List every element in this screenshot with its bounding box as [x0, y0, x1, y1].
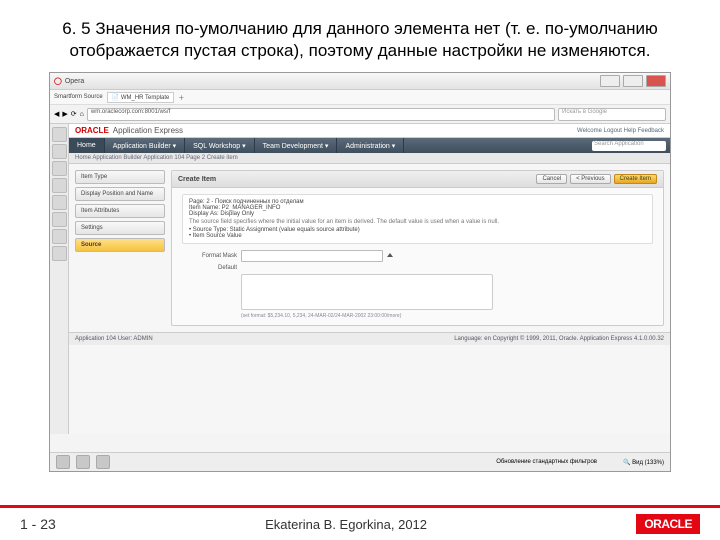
status-icon-3[interactable] — [96, 455, 110, 469]
info-display-as: Display As: Display Only — [189, 211, 646, 217]
wizard-title: Create Item — [178, 176, 216, 183]
sidebar-icon-3[interactable] — [52, 161, 67, 176]
home-button[interactable]: ⌂ — [80, 111, 84, 118]
apex-status-bar: Application 104 User: ADMIN Language: en… — [69, 332, 670, 345]
step-item-type[interactable]: Item Type — [75, 170, 165, 184]
reload-button[interactable]: ⟳ — [71, 110, 77, 118]
sidebar-icon-4[interactable] — [52, 178, 67, 193]
footer-author: Ekaterina B. Egorkina, 2012 — [56, 517, 637, 532]
nav-sql[interactable]: SQL Workshop ▾ — [185, 138, 255, 153]
format-mask-input[interactable] — [241, 250, 383, 262]
find-app-input[interactable]: Search Application — [592, 141, 666, 151]
format-help-text[interactable]: (set format: $5,234.10, 5,234, 24-MAR-02… — [241, 313, 653, 319]
nav-team[interactable]: Team Development ▾ — [255, 138, 338, 153]
previous-button[interactable]: < Previous — [570, 174, 611, 184]
slide-footer: 1 - 23 Ekaterina B. Egorkina, 2012 ORACL… — [0, 505, 720, 540]
step-display-position[interactable]: Display Position and Name — [75, 187, 165, 201]
step-source[interactable]: Source — [75, 238, 165, 252]
nav-builder[interactable]: Application Builder ▾ — [105, 138, 185, 153]
window-titlebar: ◯ Opera — [50, 73, 670, 90]
main-nav: Home Application Builder ▾ SQL Workshop … — [69, 138, 670, 153]
page-content: ORACLE Application Express Welcome Logou… — [69, 124, 670, 434]
default-textarea[interactable] — [241, 274, 493, 310]
footer-oracle-logo: ORACLE — [636, 514, 700, 534]
window-title: Opera — [65, 78, 597, 85]
format-mask-lov-icon[interactable] — [387, 253, 395, 259]
default-label: Default — [182, 265, 237, 271]
sidebar-icon-1[interactable] — [52, 127, 67, 142]
sidebar-icon-2[interactable] — [52, 144, 67, 159]
breadcrumb[interactable]: Home Application Builder Application 104… — [69, 153, 670, 164]
url-input[interactable]: wm.oraclecorp.com:8001/ws/f — [87, 108, 555, 121]
maximize-button[interactable] — [623, 75, 643, 87]
status-icon-1[interactable] — [56, 455, 70, 469]
format-mask-label: Format Mask — [182, 253, 237, 259]
browser-window: ◯ Opera Smartform Source 📄 WM_HR Templat… — [49, 72, 671, 472]
status-left: Application 104 User: ADMIN — [75, 336, 153, 342]
oracle-logo: ORACLE — [75, 126, 109, 135]
step-item-attributes[interactable]: Item Attributes — [75, 204, 165, 218]
page-number: 1 - 23 — [20, 516, 56, 532]
status-icon-2[interactable] — [76, 455, 90, 469]
wizard-info-box: Page: 2 - Поиск подчиненных по отделам I… — [182, 194, 653, 244]
wizard-header: Create Item Cancel < Previous Create Ite… — [172, 171, 663, 188]
close-button[interactable] — [646, 75, 666, 87]
sidebar-icon-5[interactable] — [52, 195, 67, 210]
browser-status-bar: Обновление стандартных фильтров 🔍 Вид (1… — [50, 452, 670, 471]
status-right: Language: en Copyright © 1999, 2011, Ora… — [454, 336, 664, 342]
oracle-app-name: Application Express — [113, 126, 183, 135]
address-bar: ◀ ▶ ⟳ ⌂ wm.oraclecorp.com:8001/ws/f Иска… — [50, 105, 670, 124]
tab-2[interactable]: 📄 WM_HR Template — [107, 92, 175, 103]
oracle-header: ORACLE Application Express Welcome Logou… — [69, 124, 670, 138]
opera-icon: ◯ — [54, 77, 62, 85]
browser-sidebar — [50, 124, 69, 434]
cancel-button[interactable]: Cancel — [536, 174, 567, 184]
info-source-value: • Item Source Value — [189, 233, 646, 239]
sidebar-icon-8[interactable] — [52, 246, 67, 261]
tab-add[interactable]: ＋ — [178, 93, 184, 102]
wizard-main: Create Item Cancel < Previous Create Ite… — [171, 170, 664, 326]
browser-tabs: Smartform Source 📄 WM_HR Template ＋ — [50, 90, 670, 105]
zoom-indicator[interactable]: 🔍 Вид (133%) — [623, 459, 664, 466]
nav-admin[interactable]: Administration ▾ — [337, 138, 404, 153]
search-input[interactable]: Искать в Google — [558, 108, 666, 121]
slide-title: 6. 5 Значения по-умолчанию для данного э… — [0, 0, 720, 72]
wizard-steps: Item Type Display Position and Name Item… — [75, 170, 165, 326]
sidebar-icon-6[interactable] — [52, 212, 67, 227]
forward-button[interactable]: ▶ — [62, 110, 67, 118]
create-item-button[interactable]: Create Item — [614, 174, 657, 184]
tab-1[interactable]: Smartform Source — [54, 94, 103, 100]
nav-home[interactable]: Home — [69, 138, 105, 153]
minimize-button[interactable] — [600, 75, 620, 87]
info-desc: The source field specifies where the ini… — [189, 219, 646, 225]
step-settings[interactable]: Settings — [75, 221, 165, 235]
oracle-header-links[interactable]: Welcome Logout Help Feedback — [577, 128, 664, 134]
back-button[interactable]: ◀ — [54, 110, 59, 118]
sidebar-icon-7[interactable] — [52, 229, 67, 244]
status-text: Обновление стандартных фильтров — [496, 459, 597, 465]
